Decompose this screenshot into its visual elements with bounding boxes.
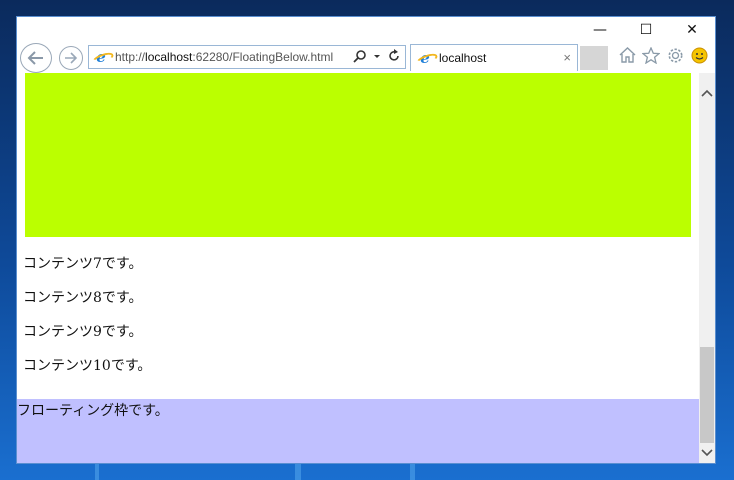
refresh-icon[interactable] [387,49,401,63]
back-arrow-icon [27,51,43,65]
minimize-button[interactable]: — [577,17,623,43]
desktop-light-beam [295,464,301,480]
close-button[interactable]: ✕ [669,17,715,43]
smiley-icon[interactable] [690,46,708,64]
scroll-thumb[interactable] [700,347,714,443]
title-bar: — ☐ ✕ [17,17,715,43]
scroll-up-button[interactable] [699,85,715,101]
content-line-8: コンテンツ8です。 [23,290,143,306]
green-content-block [25,73,691,237]
maximize-button[interactable]: ☐ [623,17,669,43]
address-bar-row: e http://localhost:62280/FloatingBelow.h… [17,43,715,73]
url-text: http://localhost:62280/FloatingBelow.htm… [115,50,333,64]
new-tab-button[interactable] [580,46,608,70]
forward-arrow-icon [65,52,78,64]
url-tools [353,49,401,63]
floating-frame: フローティング枠です。 [17,399,699,463]
gear-icon[interactable] [666,46,684,64]
content-line-10: コンテンツ10です。 [23,358,152,374]
browser-toolbar [618,46,708,64]
vertical-scrollbar[interactable] [699,73,715,463]
desktop-light-beam [410,464,415,480]
home-icon[interactable] [618,46,636,64]
url-prefix: http:// [115,50,146,64]
url-path: :62280/FloatingBelow.html [192,50,334,64]
url-host: localhost [145,50,193,64]
star-icon[interactable] [642,46,660,64]
dropdown-arrow-icon[interactable] [373,49,381,63]
tab-localhost[interactable]: e localhost × [410,44,578,71]
url-field[interactable]: e http://localhost:62280/FloatingBelow.h… [88,45,406,69]
maximize-icon: ☐ [639,22,653,38]
ie-page-icon: e [93,48,109,66]
desktop-light-beam [95,464,99,480]
page-viewport: コンテンツ7です。 コンテンツ8です。 コンテンツ9です。 コンテンツ10です。… [17,73,699,463]
forward-button[interactable] [59,46,83,70]
content-line-7: コンテンツ7です。 [23,256,143,272]
floating-frame-text: フローティング枠です。 [17,403,169,419]
close-icon: ✕ [686,22,698,38]
back-button[interactable] [20,43,52,73]
search-icon[interactable] [353,49,367,63]
browser-window: — ☐ ✕ e http://localhost:62280/FloatingB… [16,16,716,464]
ie-tab-icon: e [417,49,433,67]
scroll-down-button[interactable] [699,445,715,461]
chevron-up-icon [701,89,713,97]
tab-title: localhost [439,51,487,65]
minimize-icon: — [593,22,607,38]
content-line-9: コンテンツ9です。 [23,324,143,340]
chevron-down-icon [701,449,713,457]
tab-close-icon[interactable]: × [563,50,571,65]
